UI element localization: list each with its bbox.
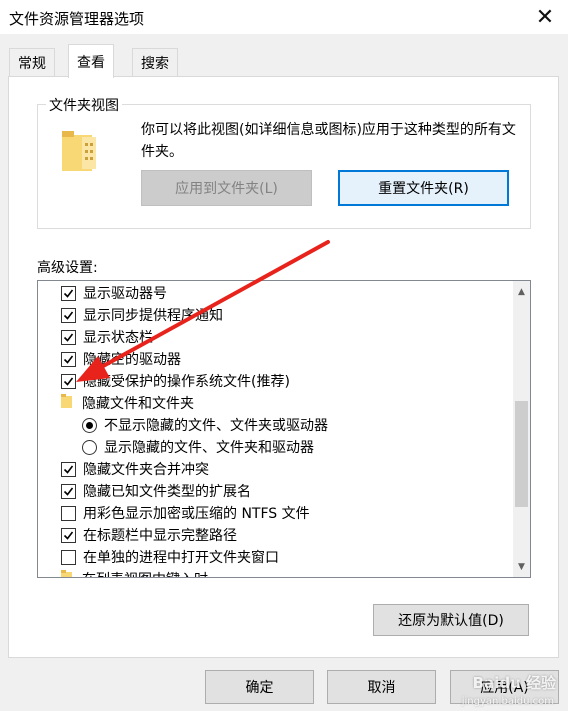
tab-view[interactable]: 查看	[68, 44, 114, 78]
folder-icon	[62, 131, 96, 175]
list-item-label: 隐藏受保护的操作系统文件(推荐)	[83, 374, 290, 390]
advanced-settings-list[interactable]: 在列表视图中键入时 在单独的进程中打开文件夹窗口在标题栏中显示完整路径 用彩色显示加…	[37, 280, 531, 578]
checkbox-checked-icon[interactable]	[61, 285, 76, 301]
radio-selected-icon[interactable]	[82, 417, 97, 433]
folder-views-legend: 文件夹视图	[46, 95, 122, 115]
scroll-thumb[interactable]	[515, 401, 528, 507]
checkbox-checked-icon[interactable]	[61, 461, 76, 477]
checkbox-checked-icon[interactable]	[61, 483, 76, 499]
list-item-label: 显示同步提供程序通知	[83, 308, 223, 324]
ok-button[interactable]: 确定	[205, 670, 314, 704]
checkbox-checked-icon[interactable]	[61, 351, 76, 367]
restore-defaults-button[interactable]: 还原为默认值(D)	[373, 604, 529, 636]
list-item-label: 隐藏文件和文件夹	[82, 396, 194, 412]
checkbox-unchecked-icon[interactable]	[61, 505, 76, 521]
list-item-label: 隐藏文件夹合并冲突	[83, 462, 209, 478]
folder-views-group: 文件夹视图 你可以将此视图(如详细信息或图标)应用于这种类型的所有文件夹。 应用…	[37, 95, 531, 229]
list-item-label: 显示驱动器号	[83, 286, 167, 302]
list-item[interactable]: 隐藏已知文件类型的扩展名	[61, 480, 530, 502]
close-button[interactable]: ✕	[522, 0, 568, 34]
reset-folders-button[interactable]: 重置文件夹(R)	[338, 170, 509, 206]
list-item[interactable]: 显示隐藏的文件、文件夹和驱动器	[82, 436, 530, 458]
list-item[interactable]: 不显示隐藏的文件、文件夹或驱动器	[82, 414, 530, 436]
list-group-header: 隐藏文件和文件夹	[61, 392, 530, 414]
folder-icon	[61, 394, 73, 412]
watermark-subtext: jingyan.baidu.com	[461, 696, 554, 707]
view-tab-panel: 文件夹视图 你可以将此视图(如详细信息或图标)应用于这种类型的所有文件夹。 应用…	[8, 76, 559, 658]
folder-icon	[61, 570, 73, 577]
cancel-button[interactable]: 取消	[327, 670, 436, 704]
checkbox-checked-icon[interactable]	[61, 307, 76, 323]
list-item[interactable]: 显示驱动器号	[61, 282, 530, 304]
apply-to-folders-button[interactable]: 应用到文件夹(L)	[141, 170, 312, 206]
tab-search[interactable]: 搜索	[132, 48, 178, 76]
title-bar: 文件资源管理器选项 ✕	[0, 0, 568, 34]
list-item-label: 用彩色显示加密或压缩的 NTFS 文件	[83, 506, 310, 522]
watermark-text: Baidu 经验	[472, 674, 556, 692]
checkbox-unchecked-icon[interactable]	[61, 549, 76, 565]
window-title: 文件资源管理器选项	[9, 10, 145, 28]
list-item-label: 不显示隐藏的文件、文件夹或驱动器	[104, 418, 328, 434]
list-item[interactable]: 在标题栏中显示完整路径	[61, 524, 530, 546]
list-item[interactable]: 显示同步提供程序通知	[61, 304, 530, 326]
folder-views-description: 你可以将此视图(如详细信息或图标)应用于这种类型的所有文件夹。	[141, 122, 516, 160]
list-item[interactable]: 隐藏受保护的操作系统文件(推荐)	[61, 370, 530, 392]
list-item-label: 在标题栏中显示完整路径	[83, 528, 237, 544]
list-item[interactable]: 在单独的进程中打开文件夹窗口	[61, 546, 530, 568]
list-item[interactable]: 用彩色显示加密或压缩的 NTFS 文件	[61, 502, 530, 524]
checkbox-checked-icon[interactable]	[61, 373, 76, 389]
advanced-settings-label: 高级设置:	[37, 260, 98, 276]
list-item-label: 显示隐藏的文件、文件夹和驱动器	[104, 440, 314, 456]
list-item[interactable]: 隐藏文件夹合并冲突	[61, 458, 530, 480]
list-item-label: 显示状态栏	[83, 330, 153, 346]
scroll-down-icon[interactable]: ▼	[513, 558, 530, 575]
scroll-up-icon[interactable]: ▲	[513, 283, 530, 300]
close-icon: ✕	[535, 4, 555, 30]
list-scrollbar[interactable]: ▲ ▼	[513, 281, 530, 577]
list-item-label: 隐藏空的驱动器	[83, 352, 181, 368]
list-item-label: 在列表视图中键入时	[82, 569, 208, 577]
list-group-header: 在列表视图中键入时	[61, 568, 530, 577]
checkbox-checked-icon[interactable]	[61, 527, 76, 543]
list-item[interactable]: 隐藏空的驱动器	[61, 348, 530, 370]
radio-unselected-icon[interactable]	[82, 439, 97, 455]
list-item[interactable]: 显示状态栏	[61, 326, 530, 348]
list-item-label: 隐藏已知文件类型的扩展名	[83, 484, 251, 500]
list-item-label: 在单独的进程中打开文件夹窗口	[83, 550, 279, 566]
tab-general[interactable]: 常规	[9, 48, 55, 76]
checkbox-checked-icon[interactable]	[61, 329, 76, 345]
